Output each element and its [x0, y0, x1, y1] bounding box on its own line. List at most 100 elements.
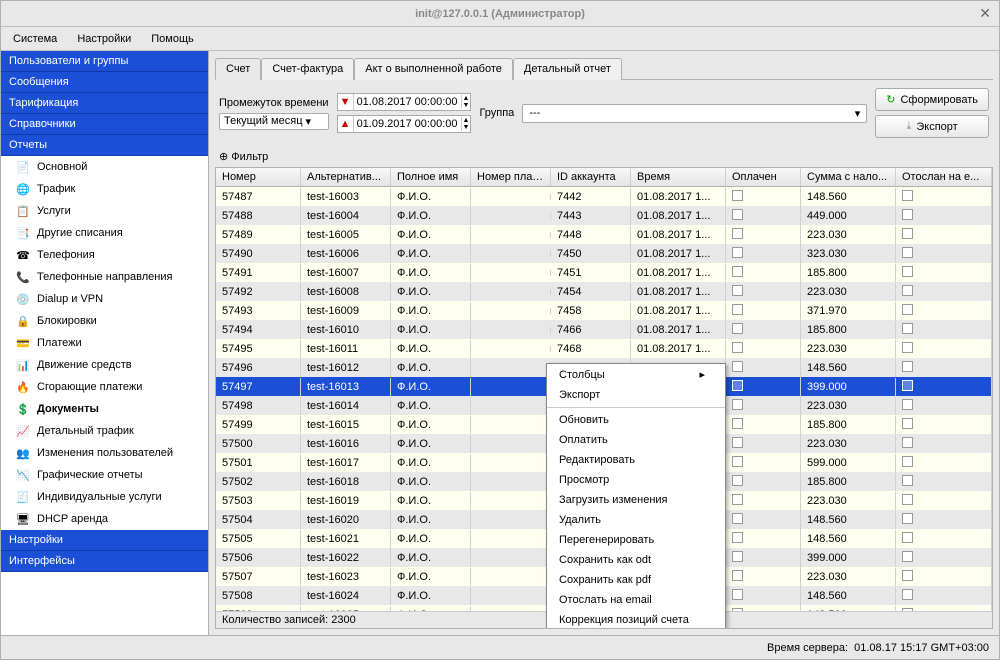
checkbox[interactable]: [732, 513, 743, 524]
checkbox[interactable]: [902, 551, 913, 562]
table-row[interactable]: 57491test-16007Ф.И.О.745101.08.2017 1...…: [216, 263, 992, 282]
generate-button[interactable]: ↻Сформировать: [875, 88, 989, 111]
date-from-input[interactable]: ▼ 01.08.2017 00:00:00 ▲▼: [337, 93, 472, 111]
sidebar-item[interactable]: 💲Документы: [1, 398, 208, 420]
sidebar-item[interactable]: 💿Dialup и VPN: [1, 288, 208, 310]
context-menu-item[interactable]: Просмотр: [547, 470, 725, 490]
sidebar-item[interactable]: 👥Изменения пользователей: [1, 442, 208, 464]
checkbox[interactable]: [902, 304, 913, 315]
checkbox[interactable]: [732, 304, 743, 315]
close-icon[interactable]: ✕: [979, 5, 991, 22]
col-paid[interactable]: Оплачен: [726, 168, 801, 186]
checkbox[interactable]: [732, 342, 743, 353]
table-row[interactable]: 57488test-16004Ф.И.О.744301.08.2017 1...…: [216, 206, 992, 225]
spinner-up-icon[interactable]: ▲: [462, 117, 471, 124]
checkbox[interactable]: [732, 551, 743, 562]
checkbox[interactable]: [732, 475, 743, 486]
context-menu-item[interactable]: Отослать на email: [547, 590, 725, 610]
tab-act[interactable]: Акт о выполненной работе: [354, 58, 513, 80]
col-altname[interactable]: Альтернатив...: [301, 168, 391, 186]
table-row[interactable]: 57494test-16010Ф.И.О.746601.08.2017 1...…: [216, 320, 992, 339]
checkbox[interactable]: [732, 380, 743, 391]
sidebar-header-messages[interactable]: Сообщения: [1, 72, 208, 93]
tab-detailed[interactable]: Детальный отчет: [513, 58, 622, 80]
col-sent[interactable]: Отослан на е...: [896, 168, 992, 186]
sidebar-header-users[interactable]: Пользователи и группы: [1, 51, 208, 72]
menu-settings[interactable]: Настройки: [71, 31, 137, 47]
context-menu-item[interactable]: Сохранить как odt: [547, 550, 725, 570]
col-payment[interactable]: Номер плате...: [471, 168, 551, 186]
table-row[interactable]: 57493test-16009Ф.И.О.745801.08.2017 1...…: [216, 301, 992, 320]
table-row[interactable]: 57489test-16005Ф.И.О.744801.08.2017 1...…: [216, 225, 992, 244]
context-menu-item[interactable]: Перегенерировать: [547, 530, 725, 550]
checkbox[interactable]: [902, 323, 913, 334]
sidebar-item[interactable]: 💳Платежи: [1, 332, 208, 354]
checkbox[interactable]: [902, 190, 913, 201]
export-button[interactable]: ⤓Экспорт: [875, 115, 989, 138]
group-select[interactable]: --- ▾: [522, 104, 867, 123]
checkbox[interactable]: [732, 190, 743, 201]
col-time[interactable]: Время: [631, 168, 726, 186]
checkbox[interactable]: [732, 399, 743, 410]
checkbox[interactable]: [902, 228, 913, 239]
checkbox[interactable]: [732, 532, 743, 543]
sidebar-item[interactable]: 📉Графические отчеты: [1, 464, 208, 486]
checkbox[interactable]: [902, 494, 913, 505]
checkbox[interactable]: [732, 361, 743, 372]
checkbox[interactable]: [902, 418, 913, 429]
checkbox[interactable]: [732, 418, 743, 429]
context-menu-item[interactable]: Сохранить как pdf: [547, 570, 725, 590]
checkbox[interactable]: [732, 589, 743, 600]
checkbox[interactable]: [732, 247, 743, 258]
checkbox[interactable]: [902, 342, 913, 353]
checkbox[interactable]: [902, 266, 913, 277]
sidebar-header-reports[interactable]: Отчеты: [1, 135, 208, 156]
context-menu-item[interactable]: Обновить: [547, 410, 725, 430]
context-menu-item[interactable]: Загрузить изменения: [547, 490, 725, 510]
context-menu-item[interactable]: Редактировать: [547, 450, 725, 470]
checkbox[interactable]: [732, 494, 743, 505]
context-menu-item[interactable]: Оплатить: [547, 430, 725, 450]
sidebar-item[interactable]: 🧾Индивидуальные услуги: [1, 486, 208, 508]
menu-help[interactable]: Помощь: [145, 31, 200, 47]
spinner-down-icon[interactable]: ▼: [462, 102, 471, 109]
checkbox[interactable]: [902, 570, 913, 581]
sidebar-header-settings2[interactable]: Настройки: [1, 530, 208, 551]
sidebar-item[interactable]: 🌐Трафик: [1, 178, 208, 200]
checkbox[interactable]: [902, 456, 913, 467]
sidebar-item[interactable]: 📑Другие списания: [1, 222, 208, 244]
sidebar-item[interactable]: 📋Услуги: [1, 200, 208, 222]
context-menu-item[interactable]: Удалить: [547, 510, 725, 530]
context-menu-item[interactable]: Экспорт: [547, 385, 725, 405]
sidebar-item[interactable]: ☎Телефония: [1, 244, 208, 266]
checkbox[interactable]: [902, 475, 913, 486]
col-accountid[interactable]: ID аккаунта: [551, 168, 631, 186]
tab-invoice-factura[interactable]: Счет-фактура: [261, 58, 354, 80]
sidebar-header-tarification[interactable]: Тарификация: [1, 93, 208, 114]
checkbox[interactable]: [732, 228, 743, 239]
checkbox[interactable]: [732, 323, 743, 334]
sidebar-item[interactable]: 📈Детальный трафик: [1, 420, 208, 442]
spinner-up-icon[interactable]: ▲: [462, 95, 471, 102]
checkbox[interactable]: [732, 209, 743, 220]
sidebar-item[interactable]: 🔥Сгорающие платежи: [1, 376, 208, 398]
checkbox[interactable]: [902, 589, 913, 600]
checkbox[interactable]: [902, 532, 913, 543]
sidebar-item[interactable]: 📞Телефонные направления: [1, 266, 208, 288]
menu-system[interactable]: Система: [7, 31, 63, 47]
sidebar-item[interactable]: 🖥DHCP аренда: [1, 508, 208, 530]
filter-toggle[interactable]: ⊕ Фильтр: [219, 151, 268, 163]
table-row[interactable]: 57492test-16008Ф.И.О.745401.08.2017 1...…: [216, 282, 992, 301]
checkbox[interactable]: [902, 380, 913, 391]
checkbox[interactable]: [732, 285, 743, 296]
sidebar-item[interactable]: 📄Основной: [1, 156, 208, 178]
spinner-down-icon[interactable]: ▼: [462, 124, 471, 131]
table-row[interactable]: 57487test-16003Ф.И.О.744201.08.2017 1...…: [216, 187, 992, 206]
period-select[interactable]: Текущий месяц ▾: [219, 113, 329, 130]
sidebar-header-interfaces[interactable]: Интерфейсы: [1, 551, 208, 572]
col-sum[interactable]: Сумма с нало...: [801, 168, 896, 186]
table-row[interactable]: 57495test-16011Ф.И.О.746801.08.2017 1...…: [216, 339, 992, 358]
context-menu-item[interactable]: Коррекция позиций счета: [547, 610, 725, 629]
checkbox[interactable]: [732, 437, 743, 448]
checkbox[interactable]: [732, 456, 743, 467]
